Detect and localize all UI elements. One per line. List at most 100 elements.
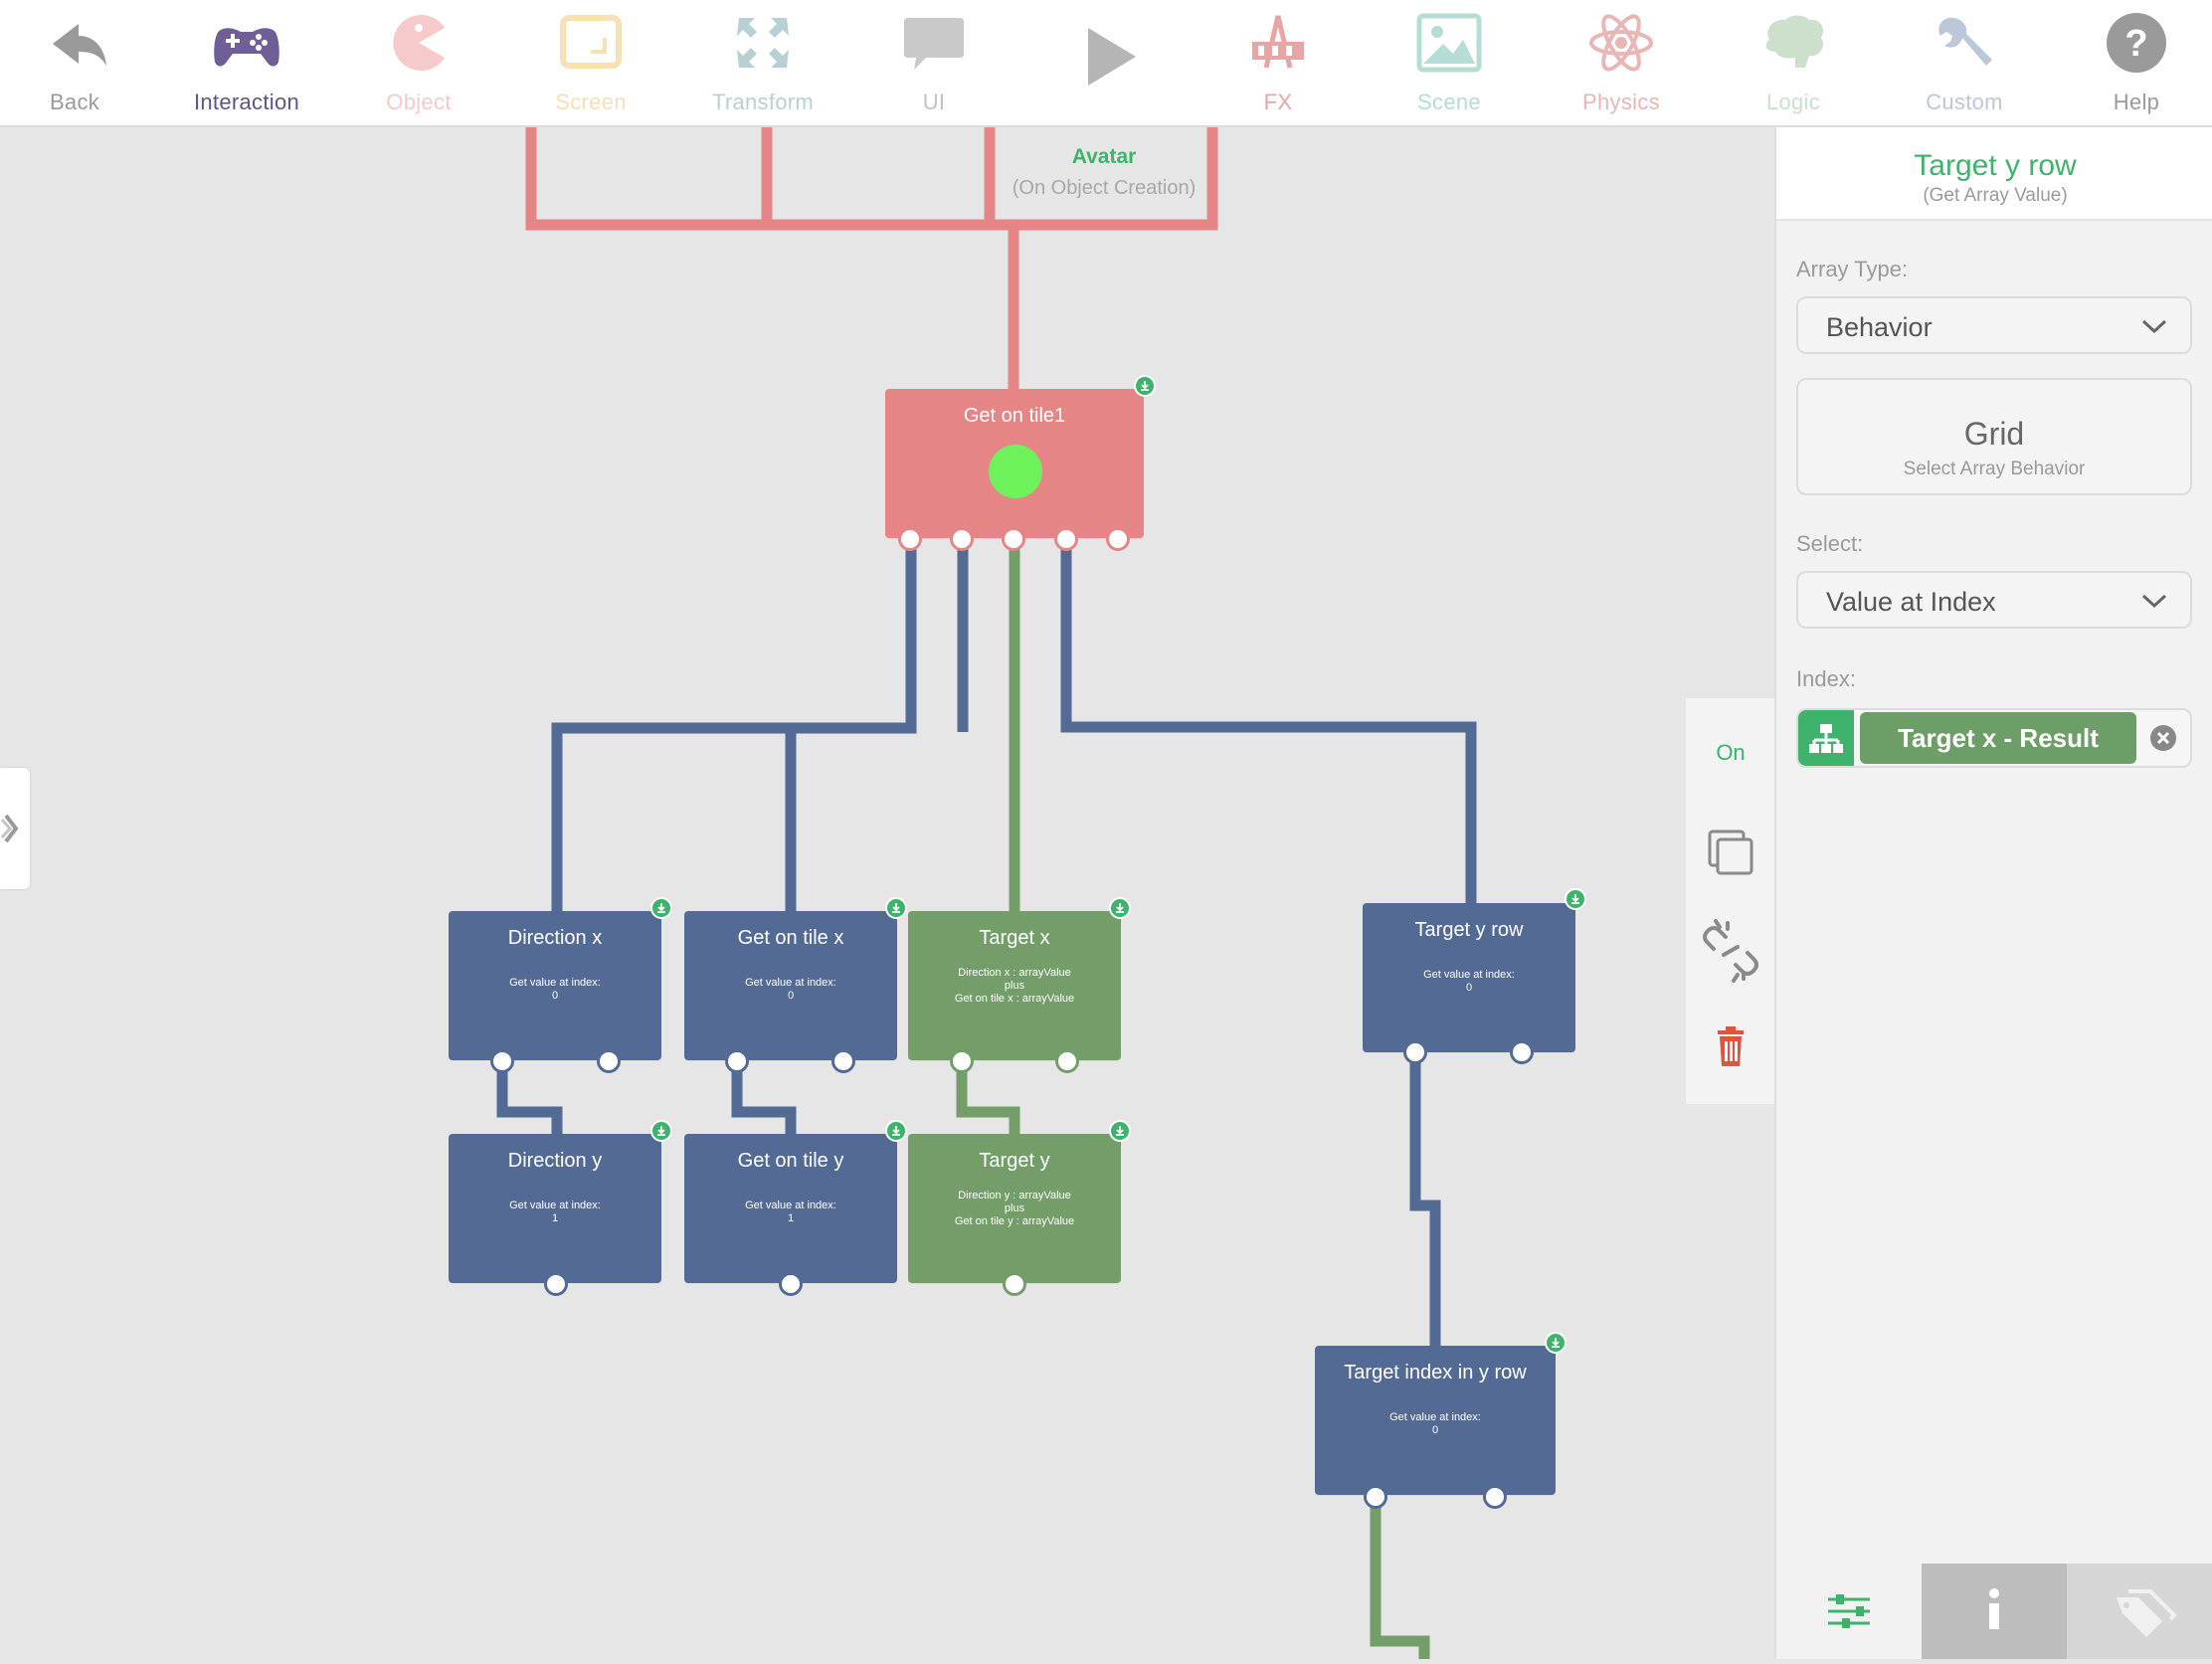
output-port[interactable] (1106, 527, 1130, 551)
ui-label: UI (922, 90, 946, 114)
speech-bubble-icon (904, 18, 964, 70)
screen-tab[interactable]: Screen (516, 0, 665, 125)
output-port[interactable] (1403, 1040, 1427, 1064)
output-port[interactable] (544, 1272, 568, 1296)
output-port[interactable] (1510, 1040, 1534, 1064)
ui-tab[interactable]: UI (859, 0, 1009, 125)
index-value-chip[interactable]: Target x - Result (1860, 712, 2136, 764)
interaction-label: Interaction (193, 90, 300, 114)
inspector-title: Target y row (1914, 149, 2077, 182)
node-description: Get value at index: 0 (745, 977, 836, 1002)
duplicate-icon (1708, 830, 1753, 875)
output-port[interactable] (1003, 1272, 1026, 1296)
top-toolbar: Back Interaction Object Screen Transform… (0, 0, 2212, 127)
download-icon[interactable] (1545, 1332, 1567, 1354)
node-target-y[interactable]: Target y Direction y : arrayValue plus Get… (908, 1134, 1121, 1283)
avatar-trigger-label[interactable]: Avatar (On Object Creation) (1005, 145, 1203, 200)
output-port[interactable] (950, 527, 974, 551)
node-title: Get on tile x (737, 927, 844, 949)
download-icon[interactable] (1134, 375, 1156, 397)
clear-index-button[interactable] (2150, 725, 2176, 751)
output-port[interactable] (898, 527, 922, 551)
inspector-subtitle: (Get Array Value) (1923, 185, 2068, 206)
node-target-index-in-y-row[interactable]: Target index in y row Get value at index… (1315, 1346, 1556, 1495)
back-arrow-icon (53, 24, 106, 66)
array-behavior-selector[interactable]: Grid Select Array Behavior (1796, 378, 2192, 495)
output-port[interactable] (725, 1049, 749, 1073)
node-description: Get value at index: 1 (745, 1200, 836, 1224)
download-icon[interactable] (1565, 888, 1586, 910)
download-icon[interactable] (885, 1120, 907, 1142)
close-icon (2156, 731, 2170, 745)
transform-tab[interactable]: Transform (688, 0, 837, 125)
index-field: Target x - Result (1796, 708, 2192, 768)
output-port[interactable] (950, 1049, 974, 1073)
fx-icon (1252, 15, 1304, 69)
node-target-y-row[interactable]: Target y row Get value at index: 0 (1363, 903, 1575, 1052)
physics-tab[interactable]: Physics (1547, 0, 1696, 125)
logic-label: Logic (1765, 90, 1821, 114)
download-icon[interactable] (1109, 897, 1131, 919)
duplicate-button[interactable] (1686, 818, 1775, 897)
output-port[interactable] (1002, 527, 1025, 551)
chevron-right-icon (0, 814, 19, 843)
download-icon[interactable] (650, 897, 672, 919)
node-direction-y[interactable]: Direction y Get value at index: 1 (449, 1134, 661, 1283)
tag-icon (2117, 1589, 2177, 1637)
node-target-x[interactable]: Target x Direction x : arrayValue plus Get… (908, 911, 1121, 1060)
gamepad-icon (214, 28, 279, 67)
node-title: Target y (979, 1150, 1050, 1172)
node-get-on-tile1[interactable]: Get on tile1 (885, 389, 1144, 538)
array-type-label: Array Type: (1796, 257, 1909, 281)
tab-properties[interactable] (1776, 1564, 1922, 1659)
behavior-name: Grid (1963, 416, 2025, 452)
array-type-dropdown[interactable]: Behavior (1796, 296, 2192, 354)
output-port[interactable] (490, 1049, 514, 1073)
help-button[interactable]: ? Help (2062, 0, 2211, 125)
output-port[interactable] (779, 1272, 803, 1296)
interaction-tab[interactable]: Interaction (172, 0, 321, 125)
select-dropdown[interactable]: Value at Index (1796, 571, 2192, 629)
output-port[interactable] (1055, 1049, 1079, 1073)
node-get-on-tile-x[interactable]: Get on tile x Get value at index: 0 (684, 911, 897, 1060)
physics-label: Physics (1582, 90, 1660, 114)
tab-tags[interactable] (2067, 1564, 2212, 1659)
screen-icon (560, 15, 622, 69)
download-icon[interactable] (885, 897, 907, 919)
index-label: Index: (1796, 666, 1856, 691)
trash-icon (1718, 1026, 1744, 1066)
scene-tab[interactable]: Scene (1375, 0, 1524, 125)
unlink-button[interactable] (1686, 911, 1775, 991)
hierarchy-icon[interactable] (1798, 710, 1854, 766)
output-port[interactable] (1483, 1485, 1507, 1509)
array-type-value: Behavior (1826, 312, 1933, 342)
node-description: Get value at index: 1 (509, 1200, 601, 1224)
node-title: Get on tile1 (963, 405, 1066, 427)
node-canvas[interactable]: Avatar (On Object Creation) Get on tile1… (0, 127, 1774, 1659)
output-port[interactable] (831, 1049, 855, 1073)
node-get-on-tile-y[interactable]: Get on tile y Get value at index: 1 (684, 1134, 897, 1283)
custom-tab[interactable]: Custom (1890, 0, 2039, 125)
output-port[interactable] (1364, 1485, 1387, 1509)
output-port[interactable] (597, 1049, 621, 1073)
object-tab[interactable]: Object (344, 0, 493, 125)
node-description: Direction x : arrayValue plus Get on tile … (954, 967, 1075, 1005)
node-description: Get value at index: 0 (1423, 969, 1515, 994)
brain-icon (1765, 15, 1824, 68)
tab-info[interactable] (1922, 1564, 2067, 1659)
fx-tab[interactable]: FX (1203, 0, 1353, 125)
download-icon[interactable] (1109, 1120, 1131, 1142)
node-direction-x[interactable]: Direction x Get value at index: 0 (449, 911, 661, 1060)
active-indicator (989, 445, 1042, 498)
delete-button[interactable] (1686, 1011, 1775, 1090)
output-port[interactable] (1054, 527, 1078, 551)
select-value: Value at Index (1826, 587, 1996, 617)
object-label: Object (386, 90, 452, 114)
play-button[interactable] (1031, 0, 1181, 125)
toggle-on-button[interactable]: On (1686, 718, 1775, 798)
side-drawer-handle[interactable] (0, 768, 30, 889)
download-icon[interactable] (650, 1120, 672, 1142)
back-button[interactable]: Back (0, 0, 149, 125)
node-description: Get value at index: 0 (509, 977, 601, 1002)
logic-tab[interactable]: Logic (1719, 0, 1868, 125)
